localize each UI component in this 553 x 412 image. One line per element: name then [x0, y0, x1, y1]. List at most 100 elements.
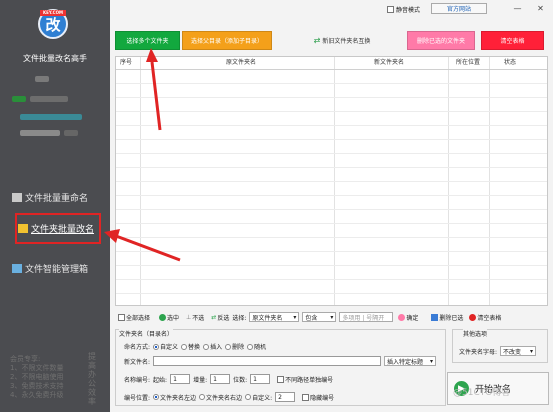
select-all-label: 全部选择 — [126, 314, 151, 322]
numbering-label: 名称编号: — [124, 376, 151, 384]
custom-position-input[interactable]: 2 — [275, 392, 296, 402]
chevron-down-icon: ▾ — [330, 313, 334, 321]
main-panel: 静音模式 官方网站 — ✕ 选择多个文件夹 选择父目录（添加子目录） ⇄ 新旧文… — [110, 0, 553, 412]
deselect-button[interactable]: ⊥ 不选 — [186, 313, 204, 322]
mode-delete-label: 删除 — [232, 344, 245, 351]
radio-dot — [181, 343, 188, 350]
hide-number-label: 隐藏编号 — [310, 394, 335, 402]
col-header-new-name[interactable]: 新文件夹名 — [374, 57, 404, 69]
mode-insert-radio[interactable]: 插入 — [203, 342, 222, 351]
match-mode-dropdown[interactable]: 包含 ▾ — [302, 312, 337, 322]
other-options-title: 其他选项 — [463, 329, 488, 338]
naming-mode-row: 命名方式: 自定义 替换 插入 删除 随机 — [124, 342, 266, 351]
letter-case-dropdown[interactable]: 不改变 ▾ — [500, 346, 537, 356]
delete-selected-folders-button[interactable]: 删除已选的文件夹 — [407, 31, 475, 50]
chevron-down-icon: ▾ — [430, 357, 434, 365]
number-position-label: 编号位置: — [124, 394, 151, 402]
select-all-checkbox[interactable]: 全部选择 — [118, 313, 150, 322]
row-line — [116, 223, 547, 224]
trash-icon — [431, 313, 439, 321]
col-header-original-name[interactable]: 原文件夹名 — [226, 57, 256, 69]
pos-left-radio[interactable]: 文件夹名左边 — [153, 393, 196, 402]
col-header-status[interactable]: 状态 — [504, 57, 516, 69]
new-name-label: 新文件名: — [124, 358, 151, 366]
mode-random-radio[interactable]: 随机 — [247, 342, 266, 351]
swap-names-button[interactable]: ⇄ 新旧文件夹名互换 — [307, 31, 377, 50]
chevron-down-icon: ▾ — [293, 313, 297, 321]
start-input[interactable]: 1 — [170, 374, 191, 384]
row-line — [116, 209, 547, 210]
start-label: 起始: — [153, 376, 168, 384]
pos-custom-radio[interactable]: 自定义: — [245, 393, 272, 402]
row-line — [116, 279, 547, 280]
pos-right-radio[interactable]: 文件夹名右边 — [199, 393, 242, 402]
row-line — [116, 111, 547, 112]
pos-right-label: 文件夹名右边 — [206, 394, 243, 402]
mute-mode-label: 静音模式 — [396, 7, 421, 14]
naming-mode-label: 命名方式: — [124, 344, 151, 351]
other-options-group: 其他选项 文件夹名字母: 不改变 ▾ — [452, 329, 548, 363]
digits-input[interactable]: 1 — [250, 374, 271, 384]
nav-file-manager[interactable]: 文件智能管理箱 — [12, 262, 88, 275]
row-line — [116, 195, 547, 196]
chevron-down-icon: ▾ — [530, 347, 534, 355]
col-header-index[interactable]: 序号 — [120, 57, 132, 69]
folder-icon — [18, 224, 28, 233]
clear-table-small-button[interactable]: 清空表格 — [469, 313, 501, 322]
col-header-location[interactable]: 所在位置 — [456, 57, 480, 69]
logo-glyph: 改 — [45, 15, 61, 34]
letter-case-row: 文件夹名字母: 不改变 ▾ — [459, 346, 537, 356]
checkbox-box — [302, 393, 310, 401]
delete-selected-button[interactable]: 删除已选 — [431, 313, 463, 322]
select-field-label: 选择: — [232, 314, 247, 322]
watermark: @51CTO博客 — [453, 388, 511, 398]
new-name-row: 新文件名: 插入特定标题 ▾ — [124, 356, 437, 366]
select-folders-button[interactable]: 选择多个文件夹 — [115, 31, 180, 50]
separate-path-label: 不同路径单独编号 — [285, 376, 334, 384]
clear-icon — [469, 313, 477, 321]
select-parent-dir-button[interactable]: 选择父目录（添加子目录） — [182, 31, 272, 50]
nav-rename-files-label: 文件批量重命名 — [25, 194, 89, 204]
folder-table[interactable]: 序号 原文件夹名 新文件夹名 所在位置 状态 — [115, 56, 548, 306]
nav-rename-files[interactable]: 文件批量重命名 — [12, 191, 88, 204]
mode-insert-label: 插入 — [210, 344, 223, 351]
insert-title-dropdown[interactable]: 插入特定标题 ▾ — [384, 356, 437, 366]
minimize-icon[interactable]: — — [512, 3, 523, 14]
member-promo: 会员专享: 1、不限文件数量 2、不限电脑使用 3、免费技术支持 4、永久免费升… — [10, 355, 80, 400]
blurred-info-5 — [20, 130, 60, 136]
select-field-value: 原文件夹名 — [252, 314, 283, 322]
letter-case-value: 不改变 — [503, 348, 522, 356]
select-field-dropdown[interactable]: 原文件夹名 ▾ — [249, 312, 300, 322]
filter-input[interactable]: 多项用 | 号隔开 — [339, 312, 394, 322]
match-mode-value: 包含 — [305, 314, 318, 322]
select-button[interactable]: 选中 — [159, 313, 179, 322]
invert-button[interactable]: ⇄ 反选 — [211, 313, 229, 322]
invert-icon: ⇄ — [211, 313, 217, 321]
mute-mode-checkbox[interactable]: 静音模式 — [387, 5, 420, 14]
confirm-button[interactable]: 确定 — [398, 313, 418, 322]
row-line — [116, 293, 547, 294]
new-name-input[interactable] — [153, 356, 382, 366]
radio-dot — [203, 343, 210, 350]
checkbox-box — [277, 375, 285, 383]
close-icon[interactable]: ✕ — [535, 3, 546, 14]
delete-selected-label: 删除已选 — [439, 314, 464, 322]
mode-replace-label: 替换 — [188, 344, 201, 351]
separate-path-checkbox[interactable]: 不同路径单独编号 — [277, 375, 333, 384]
clear-table-button[interactable]: 清空表格 — [481, 31, 544, 50]
mode-replace-radio[interactable]: 替换 — [181, 342, 200, 351]
clear-table-label: 清空表格 — [477, 314, 502, 322]
checkbox-box — [387, 6, 394, 13]
number-position-row: 编号位置: 文件夹名左边 文件夹名右边 自定义: 2 隐藏编号 — [124, 392, 334, 402]
deselect-label: 不选 — [192, 314, 205, 322]
confirm-icon — [398, 313, 406, 321]
nav-rename-folders[interactable]: 文件夹批量改名 — [18, 222, 94, 235]
pin-icon: ⊥ — [186, 313, 192, 321]
mode-delete-radio[interactable]: 删除 — [225, 342, 244, 351]
mode-custom-radio[interactable]: 自定义 — [153, 342, 178, 351]
official-site-button[interactable]: 官方网站 — [431, 3, 487, 14]
hide-number-checkbox[interactable]: 隐藏编号 — [302, 393, 334, 402]
step-input[interactable]: 1 — [210, 374, 231, 384]
swap-names-label: 新旧文件夹名互换 — [322, 38, 371, 45]
confirm-label: 确定 — [406, 314, 419, 322]
